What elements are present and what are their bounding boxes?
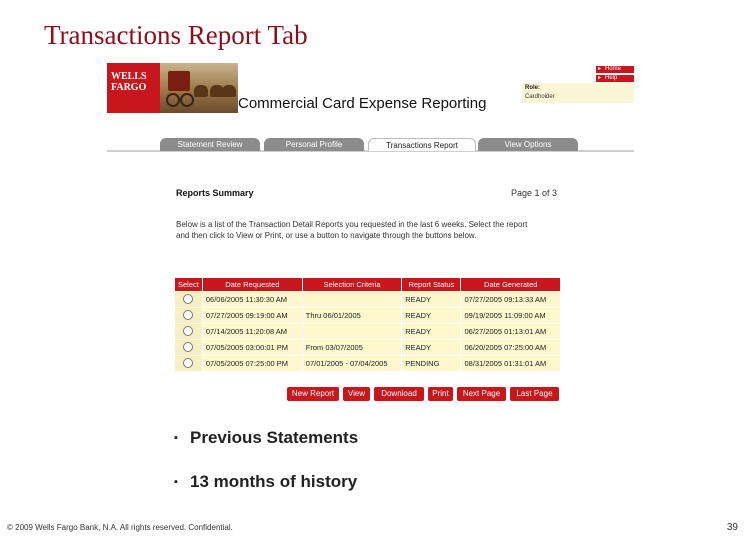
criteria-cell [301,291,403,308]
date-generated-cell: 06/20/2005 07:25:00 AM [460,339,561,356]
last-page-button[interactable]: Last Page [510,387,559,401]
bullet-item: ▪ Previous Statements [174,428,358,448]
app-banner: Commercial Card Expense Reporting [238,90,538,113]
row-select-radio[interactable] [183,325,194,336]
date-requested-cell: 07/14/2005 11:20:08 AM [201,323,303,340]
bullet-item: ▪ 13 months of history [174,472,358,492]
bullet-icon: ▪ [174,432,178,444]
select-cell [174,307,203,324]
table-header-row: Select Date Requested Selection Criteria… [174,277,561,292]
tab-personal-profile[interactable]: Personal Profile [264,138,364,151]
date-generated-cell: 06/27/2005 01:13:01 AM [460,323,561,340]
view-button[interactable]: View [343,387,370,401]
wheel-icon [180,93,194,107]
bullet-text: 13 months of history [190,472,358,491]
role-value: Cardholder [525,94,555,100]
status-cell: READY [401,291,462,308]
role-label: Role: [525,85,540,91]
app-title: Commercial Card Expense Reporting [238,95,487,112]
bullet-list: ▪ Previous Statements ▪ 13 months of his… [174,428,358,516]
date-generated-cell: 08/31/2005 01:31:01 AM [460,355,561,372]
column-header: Date Requested [201,277,303,292]
top-links: Home Help [596,66,634,84]
tab-transactions-report[interactable]: Transactions Report [368,138,476,151]
tab-bar: Statement Review Personal Profile Transa… [107,138,634,152]
column-header: Select [174,277,203,292]
table-row: 07/05/2005 03:00:01 PM From 03/07/2005 R… [174,339,561,356]
select-cell [174,291,203,308]
row-select-radio[interactable] [183,341,194,352]
date-requested-cell: 07/27/2005 09:19:00 AM [201,307,303,324]
app-screenshot: WELLS FARGO Commercial Card Expense Repo… [107,63,634,401]
print-button[interactable]: Print [428,387,453,401]
page-number: 39 [726,522,738,533]
stagecoach-image [160,63,238,113]
date-requested-cell: 07/05/2005 03:00:01 PM [201,339,303,356]
wells-fargo-logo: WELLS FARGO [107,63,160,113]
slide-title: Transactions Report Tab [44,20,308,50]
column-header: Date Generated [460,277,561,292]
download-button[interactable]: Download [374,387,424,401]
horse-icon [194,85,208,97]
footer-copyright: © 2009 Wells Fargo Bank, N.A. All rights… [7,523,233,532]
bullet-icon: ▪ [174,476,178,488]
date-generated-cell: 09/19/2005 11:09:00 AM [460,307,561,324]
tab-statement-review[interactable]: Statement Review [160,138,260,151]
page-info: Page 1 of 3 [511,188,558,198]
reports-summary-title: Reports Summary [176,188,254,198]
status-cell: READY [401,307,462,324]
wheel-icon [166,93,180,107]
table-row: 06/06/2005 11:30:30 AM READY 07/27/2005 … [174,291,561,308]
date-requested-cell: 06/06/2005 11:30:30 AM [201,291,303,308]
home-link[interactable]: Home [596,66,634,73]
next-page-button[interactable]: Next Page [457,387,506,401]
row-select-radio[interactable] [183,293,194,304]
date-requested-cell: 07/05/2005 07:25:00 PM [201,355,303,372]
criteria-cell: From 03/07/2005 [301,339,403,356]
tab-view-options[interactable]: View Options [478,138,578,151]
status-cell: PENDING [401,355,462,372]
status-cell: READY [401,339,462,356]
criteria-cell: Thru 06/01/2005 [301,307,403,324]
new-report-button[interactable]: New Report [287,387,339,401]
logo-line-2: FARGO [111,82,147,93]
table-row: 07/05/2005 07:25:00 PM 07/01/2005 - 07/0… [174,355,561,372]
reports-table: Select Date Requested Selection Criteria… [174,277,561,372]
bullet-text: Previous Statements [190,428,359,447]
criteria-cell: 07/01/2005 - 07/04/2005 [301,355,403,372]
stagecoach-icon [168,71,190,91]
report-description: Below is a list of the Transaction Detai… [176,220,528,240]
column-header: Report Status [401,277,462,292]
row-select-radio[interactable] [183,309,194,320]
table-row: 07/27/2005 09:19:00 AM Thru 06/01/2005 R… [174,307,561,324]
column-header: Selection Criteria [301,277,403,292]
select-cell [174,355,203,372]
select-cell [174,339,203,356]
date-generated-cell: 07/27/2005 09:13:33 AM [460,291,561,308]
status-cell: READY [401,323,462,340]
help-link[interactable]: Help [596,75,634,82]
row-select-radio[interactable] [183,357,194,368]
logo-line-1: WELLS [111,71,147,82]
select-cell [174,323,203,340]
horse-icon [222,85,236,97]
role-box: Role: Cardholder [522,83,634,103]
criteria-cell [301,323,403,340]
table-row: 07/14/2005 11:20:08 AM READY 06/27/2005 … [174,323,561,340]
